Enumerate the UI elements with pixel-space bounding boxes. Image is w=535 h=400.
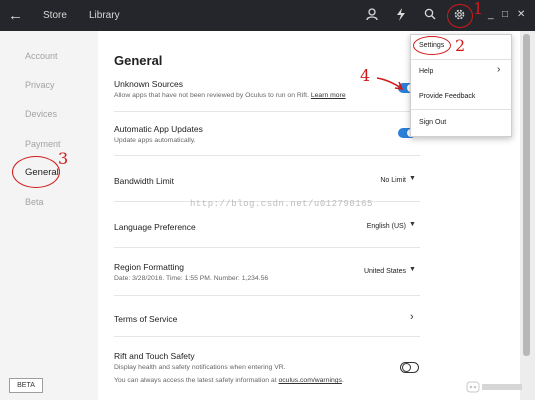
caret-down-icon: ▼ bbox=[409, 175, 416, 182]
safety-toggle[interactable] bbox=[400, 362, 419, 373]
chevron-right-icon[interactable]: › bbox=[410, 311, 414, 323]
annotation-arrow bbox=[376, 77, 404, 90]
bandwidth-dropdown[interactable]: No Limit bbox=[338, 177, 406, 184]
page-title: General bbox=[114, 53, 163, 68]
safety-title: Rift and Touch Safety bbox=[114, 351, 195, 361]
terms-title[interactable]: Terms of Service bbox=[114, 314, 177, 324]
divider bbox=[114, 155, 420, 156]
toggle-knob bbox=[402, 363, 411, 372]
site-logo-watermark bbox=[466, 380, 526, 396]
bandwidth-title: Bandwidth Limit bbox=[114, 176, 175, 186]
divider bbox=[114, 247, 420, 248]
safety-desc-2-text: You can always access the latest safety … bbox=[114, 377, 277, 384]
safety-desc: Display health and safety notifications … bbox=[114, 364, 286, 371]
language-dropdown[interactable]: English (US) bbox=[338, 223, 406, 230]
safety-desc-2: You can always access the latest safety … bbox=[114, 377, 344, 384]
annotation-circle-gear bbox=[447, 4, 473, 28]
annotation-number-3: 3 bbox=[58, 149, 69, 168]
scrollbar-thumb[interactable] bbox=[523, 34, 530, 356]
annotation-circle-settings bbox=[413, 36, 451, 55]
sidebar-item-privacy[interactable]: Privacy bbox=[25, 80, 55, 90]
sidebar-item-account[interactable]: Account bbox=[25, 51, 58, 61]
menu-divider bbox=[411, 109, 511, 110]
menu-item-sign-out[interactable]: Sign Out bbox=[419, 119, 446, 126]
divider bbox=[114, 295, 420, 296]
auto-updates-title: Automatic App Updates bbox=[114, 124, 203, 134]
menu-item-help[interactable]: Help bbox=[419, 68, 433, 75]
tab-library[interactable]: Library bbox=[89, 10, 120, 21]
region-title: Region Formatting bbox=[114, 262, 184, 272]
annotation-number-1: 1 bbox=[473, 0, 484, 18]
divider bbox=[114, 336, 420, 337]
bolt-icon[interactable] bbox=[394, 8, 408, 24]
unknown-sources-title: Unknown Sources bbox=[114, 79, 183, 89]
person-icon[interactable] bbox=[365, 8, 379, 24]
safety-desc-2-suffix: . bbox=[341, 377, 344, 384]
search-icon[interactable] bbox=[423, 8, 437, 23]
unknown-sources-desc: Allow apps that have not been reviewed b… bbox=[114, 92, 346, 99]
language-title: Language Preference bbox=[114, 222, 196, 232]
close-button[interactable]: ✕ bbox=[517, 9, 525, 20]
minimize-button[interactable]: _ bbox=[488, 9, 494, 20]
sidebar-item-payment[interactable]: Payment bbox=[25, 139, 61, 149]
annotation-number-4: 4 bbox=[360, 66, 371, 85]
sidebar-item-beta[interactable]: Beta bbox=[25, 197, 44, 207]
caret-down-icon: ▼ bbox=[409, 221, 416, 228]
warnings-link[interactable]: oculus.com/warnings bbox=[278, 377, 341, 384]
menu-divider bbox=[411, 59, 511, 60]
maximize-button[interactable]: □ bbox=[502, 9, 508, 20]
chevron-right-icon: › bbox=[497, 64, 501, 75]
beta-badge: BETA bbox=[9, 378, 43, 393]
sidebar-item-devices[interactable]: Devices bbox=[25, 109, 57, 119]
divider bbox=[114, 111, 420, 112]
watermark: http://blog.csdn.net/u012790165 bbox=[190, 199, 373, 209]
annotation-number-2: 2 bbox=[455, 36, 466, 55]
tab-store[interactable]: Store bbox=[43, 10, 67, 21]
auto-updates-desc: Update apps automatically. bbox=[114, 137, 196, 144]
region-dropdown[interactable]: United States bbox=[338, 268, 406, 275]
learn-more-link[interactable]: Learn more bbox=[311, 92, 346, 99]
region-desc: Date: 3/28/2016. Time: 1:55 PM. Number: … bbox=[114, 275, 269, 282]
annotation-circle-general bbox=[12, 156, 60, 188]
caret-down-icon: ▼ bbox=[409, 266, 416, 273]
unknown-sources-desc-text: Allow apps that have not been reviewed b… bbox=[114, 92, 309, 99]
arrow-left-icon[interactable]: ← bbox=[8, 7, 23, 24]
menu-item-feedback[interactable]: Provide Feedback bbox=[419, 93, 475, 100]
